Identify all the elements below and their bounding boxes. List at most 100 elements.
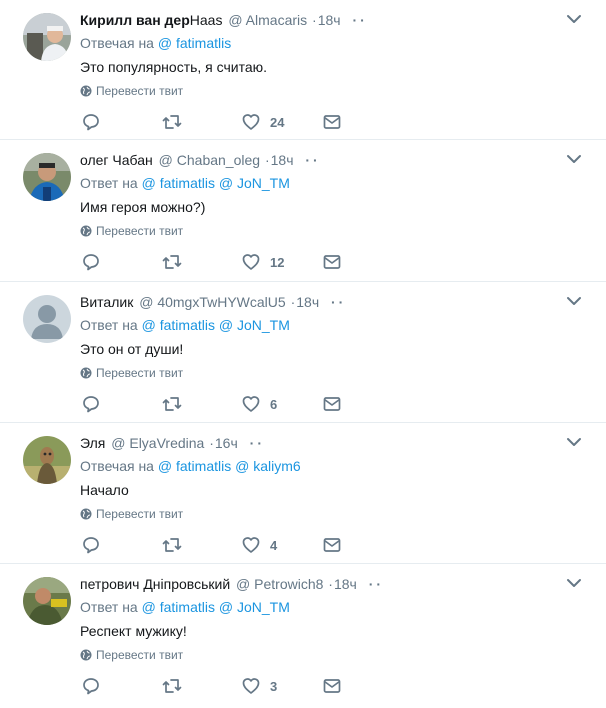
tweet-actions: 6	[80, 394, 360, 414]
translate-link[interactable]: Перевести твит	[80, 648, 183, 662]
fullname[interactable]: петрович Дніпровський	[80, 576, 230, 592]
avatar[interactable]	[23, 153, 71, 201]
reply-button[interactable]	[82, 112, 100, 132]
tweet-item[interactable]: Эля @ ElyaVredina ·16ч ·· Отвечая на @ f…	[0, 423, 606, 564]
tweet-actions: 24	[80, 112, 360, 132]
direct-message-button[interactable]	[323, 394, 341, 414]
envelope-icon	[323, 538, 341, 552]
like-button[interactable]: 12	[242, 252, 284, 272]
retweet-button[interactable]	[162, 112, 182, 132]
like-button[interactable]: 24	[242, 112, 284, 132]
reply-icon	[83, 396, 99, 413]
reply-icon	[83, 114, 99, 131]
screenname[interactable]: @ 40mgxTwHYWcalU5	[139, 294, 285, 310]
fullname-suffix[interactable]: Haas	[190, 12, 223, 28]
direct-message-button[interactable]	[323, 252, 341, 272]
tweet-header: Виталик @ 40mgxTwHYWcalU5 ·18ч ··	[80, 293, 546, 311]
translate-label: Перевести твит	[96, 507, 184, 521]
more-dots-icon: ··	[249, 435, 265, 451]
tweet-header: олег Чабан @ Chaban_oleg ·18ч ··	[80, 151, 546, 169]
reply-prefix: Отвечая на	[80, 35, 154, 51]
mention-link[interactable]: @ fatimatlis	[142, 175, 215, 191]
chevron-down-icon[interactable]	[566, 13, 582, 25]
timestamp[interactable]: 18ч	[318, 12, 341, 28]
like-button[interactable]: 6	[242, 394, 277, 414]
reply-context: Ответ на @ fatimatlis @ JoN_TM	[80, 598, 290, 616]
retweet-button[interactable]	[162, 252, 182, 272]
globe-icon	[80, 225, 92, 237]
mention-link[interactable]: @ fatimatlis	[158, 35, 231, 51]
timestamp[interactable]: 18ч	[271, 152, 294, 168]
reply-icon	[83, 537, 99, 554]
retweet-button[interactable]	[162, 676, 182, 696]
retweet-icon	[162, 538, 182, 552]
direct-message-button[interactable]	[323, 112, 341, 132]
envelope-icon	[323, 679, 341, 693]
reply-button[interactable]	[82, 394, 100, 414]
tweet-text: Респект мужику!	[80, 623, 187, 639]
fullname[interactable]: Эля	[80, 435, 105, 451]
like-count: 3	[270, 678, 278, 694]
like-button[interactable]: 3	[242, 676, 277, 696]
timestamp[interactable]: 18ч	[334, 576, 357, 592]
reply-prefix: Ответ на	[80, 599, 138, 615]
tweet-header: петрович Дніпровський @ Petrowich8 ·18ч …	[80, 575, 546, 593]
reply-icon	[83, 678, 99, 695]
mention-link[interactable]: @ fatimatlis	[142, 599, 215, 615]
translate-link[interactable]: Перевести твит	[80, 84, 183, 98]
more-dots-icon: ··	[368, 576, 385, 592]
reply-prefix: Ответ на	[80, 317, 138, 333]
avatar[interactable]	[23, 436, 71, 484]
chevron-down-icon[interactable]	[566, 577, 582, 589]
screenname[interactable]: @ Petrowich8	[236, 576, 323, 592]
screenname[interactable]: @ Chaban_oleg	[159, 152, 260, 168]
tweet-text: Начало	[80, 482, 129, 498]
mention-link[interactable]: @ JoN_TM	[219, 175, 290, 191]
mention-link[interactable]: @ fatimatlis	[158, 458, 231, 474]
screenname[interactable]: @ Almacaris	[228, 12, 307, 28]
separator: ·	[290, 294, 296, 310]
mention-link[interactable]: @ kaliym6	[235, 458, 301, 474]
avatar[interactable]	[23, 577, 71, 625]
reply-button[interactable]	[82, 676, 100, 696]
reply-button[interactable]	[82, 252, 100, 272]
retweet-button[interactable]	[162, 535, 182, 555]
translate-link[interactable]: Перевести твит	[80, 224, 183, 238]
screenname[interactable]: @ ElyaVredina	[111, 435, 204, 451]
tweet-header: Эля @ ElyaVredina ·16ч ··	[80, 434, 546, 452]
globe-icon	[80, 649, 92, 661]
chevron-down-icon[interactable]	[566, 153, 582, 165]
tweet-item[interactable]: Кирилл ван дерHaas @ Almacaris ·18ч ·· О…	[0, 0, 606, 140]
heart-icon	[242, 114, 260, 130]
tweet-header: Кирилл ван дерHaas @ Almacaris ·18ч ··	[80, 11, 546, 29]
fullname[interactable]: Кирилл ван дер	[80, 12, 190, 28]
tweet-actions: 3	[80, 676, 360, 696]
mention-link[interactable]: @ fatimatlis	[142, 317, 215, 333]
translate-link[interactable]: Перевести твит	[80, 507, 183, 521]
timestamp[interactable]: 18ч	[296, 294, 319, 310]
retweet-button[interactable]	[162, 394, 182, 414]
timestamp[interactable]: 16ч	[215, 435, 238, 451]
chevron-down-icon[interactable]	[566, 436, 582, 448]
like-button[interactable]: 4	[242, 535, 277, 555]
avatar[interactable]	[23, 13, 71, 61]
direct-message-button[interactable]	[323, 535, 341, 555]
tweet-item[interactable]: Виталик @ 40mgxTwHYWcalU5 ·18ч ·· Ответ …	[0, 282, 606, 423]
tweet-item[interactable]: петрович Дніпровський @ Petrowich8 ·18ч …	[0, 564, 606, 708]
chevron-down-icon[interactable]	[566, 295, 582, 307]
reply-button[interactable]	[82, 535, 100, 555]
separator: ·	[209, 435, 214, 451]
retweet-icon	[162, 397, 182, 411]
mention-link[interactable]: @ JoN_TM	[219, 599, 290, 615]
avatar[interactable]	[23, 295, 71, 343]
globe-icon	[80, 85, 92, 97]
direct-message-button[interactable]	[323, 676, 341, 696]
fullname[interactable]: олег Чабан	[80, 152, 153, 168]
heart-icon	[242, 537, 260, 553]
tweet-text: Это он от души!	[80, 341, 184, 357]
mention-link[interactable]: @ JoN_TM	[219, 317, 290, 333]
tweet-item[interactable]: олег Чабан @ Chaban_oleg ·18ч ·· Ответ н…	[0, 140, 606, 282]
translate-link[interactable]: Перевести твит	[80, 366, 183, 380]
fullname[interactable]: Виталик	[80, 294, 133, 310]
translate-label: Перевести твит	[96, 84, 184, 98]
